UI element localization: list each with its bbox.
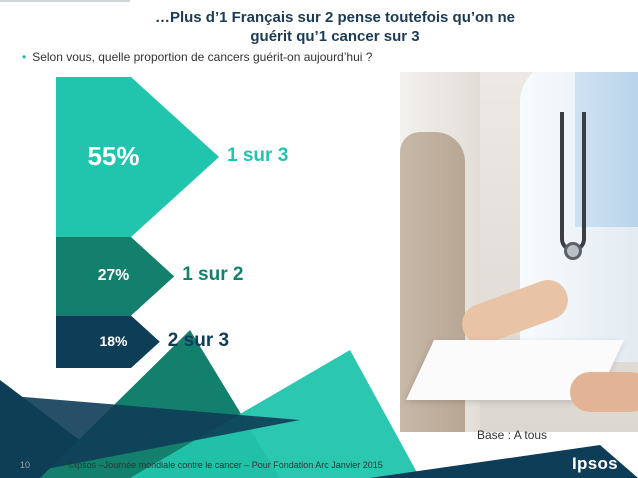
bar-value-label-1: 55% (87, 141, 140, 172)
page-number: 10 (20, 460, 31, 470)
ipsos-logo: Ipsos (572, 454, 618, 473)
bar-value-label-3: 18% (99, 333, 128, 350)
bar-value-label-2: 27% (97, 266, 130, 284)
category-label-2: 1 sur 2 (182, 264, 244, 286)
category-label-1: 1 sur 3 (227, 145, 289, 167)
category-label-3: 2 sur 3 (167, 329, 230, 351)
footer-text: ©Ipsos –Journée mondiale contre le cance… (68, 460, 383, 470)
chart (56, 77, 220, 368)
base-note: Base : A tous (477, 428, 548, 442)
